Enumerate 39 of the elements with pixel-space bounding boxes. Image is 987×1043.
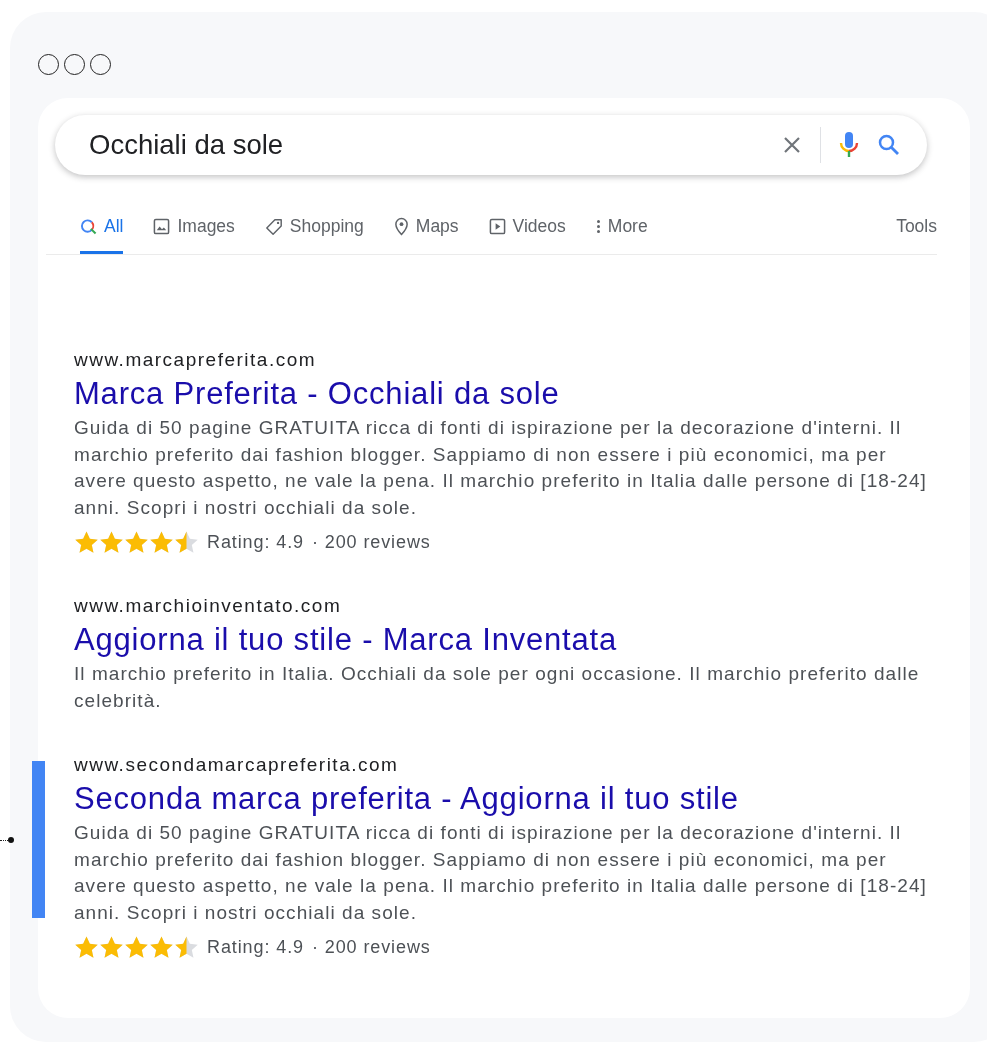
image-icon	[153, 218, 171, 235]
rating-value: Rating: 4.9	[207, 532, 304, 553]
tab[interactable]: Maps	[393, 216, 459, 254]
star-icon	[124, 935, 149, 960]
star-icon	[99, 530, 124, 555]
star-icon	[74, 530, 99, 555]
result-snippet: Il marchio preferito in Italia. Occhiali da sole per ogni occasione. Il marchio preferito dalle celebrità.	[74, 662, 921, 713]
result-url: www.marcapreferita.com	[74, 348, 318, 372]
tab[interactable]: Shopping	[264, 216, 364, 254]
search-field[interactable]: Occhiali da sole	[55, 115, 927, 175]
video-icon	[488, 218, 506, 235]
rating-value: Rating: 4.9	[207, 937, 304, 958]
result-title-link[interactable]: Marca Preferita - Occhiali da sole	[74, 373, 940, 415]
close-icon[interactable]	[782, 135, 802, 155]
result-title-link[interactable]: Aggiorna il tuo stile - Marca Inventata	[74, 619, 940, 661]
result-url: www.secondamarcapreferita.com	[74, 753, 400, 777]
more-icon	[595, 218, 601, 235]
search-icon[interactable]	[877, 133, 901, 157]
microphone-icon[interactable]	[839, 131, 859, 159]
result-snippet: Guida di 50 pagine GRATUITA ricca di fonti di ispirazione per la decorazione d'interni. Il marchio preferito dai fashion blogger. Sappiamo di non essere i più economici, ma per avere questo aspetto, ne vale la pena. Il marchio preferito in Italia dalle persone di [18-24] anni. Scopri i nostri occhiali da sole.	[74, 416, 928, 520]
result-title-link[interactable]: Seconda marca preferita - Aggiorna il tuo stile	[74, 778, 940, 820]
star-icon	[149, 935, 174, 960]
tab[interactable]: Videos	[488, 216, 566, 254]
tab[interactable]: More	[595, 216, 648, 254]
tag-icon	[264, 217, 283, 236]
result-url: www.marchioinventato.com	[74, 594, 343, 618]
star-icon	[124, 530, 149, 555]
search-icon	[80, 218, 97, 235]
review-count: · 200 reviews	[311, 937, 431, 958]
star-icon	[99, 935, 124, 960]
tools-link[interactable]: Tools	[896, 216, 937, 254]
tab[interactable]: Images	[153, 216, 235, 254]
result-snippet: Guida di 50 pagine GRATUITA ricca di fonti di ispirazione per la decorazione d'interni. Il marchio preferito dai fashion blogger. Sappiamo di non essere i più economici, ma per avere questo aspetto, ne vale la pena. Il marchio preferito in Italia dalle persone di [18-24] anni. Scopri i nostri occhiali da sole.	[74, 821, 928, 925]
tab[interactable]: All	[80, 216, 124, 254]
star-icon	[74, 935, 99, 960]
pin-icon	[393, 217, 409, 236]
star-icon	[149, 530, 174, 555]
leader-line	[0, 836, 14, 844]
review-count: · 200 reviews	[311, 532, 431, 553]
